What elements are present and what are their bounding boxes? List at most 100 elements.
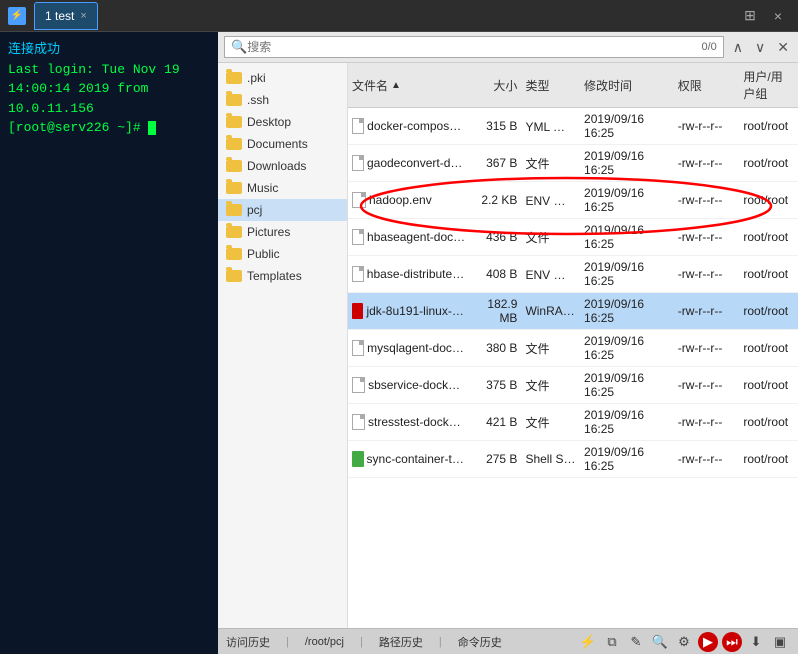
sidebar-item-pcj[interactable]: pcj bbox=[218, 199, 347, 221]
window-controls: ⊞ × bbox=[738, 6, 790, 26]
doc-icon bbox=[352, 340, 364, 356]
table-row[interactable]: stresstest-dockerfile 421 B 文件 2019/09/1… bbox=[348, 404, 798, 441]
doc-icon bbox=[352, 155, 364, 171]
cell-name: hbase-distributed-loc... bbox=[348, 264, 470, 284]
table-row[interactable]: sbservice-dockerfile 375 B 文件 2019/09/16… bbox=[348, 367, 798, 404]
skip-icon[interactable]: ⏭ bbox=[722, 632, 742, 652]
last-login: Last login: Tue Nov 19 14:00:14 2019 fro… bbox=[8, 62, 180, 116]
terminal-line-1: 连接成功 bbox=[8, 40, 210, 60]
sidebar-item-templates[interactable]: Templates bbox=[218, 265, 347, 287]
cell-user: root/root bbox=[739, 154, 798, 172]
cell-date: 2019/09/16 16:25 bbox=[580, 147, 674, 179]
fm-filelist[interactable]: 文件名 ▲ 大小 类型 修改时间 权限 bbox=[348, 63, 798, 628]
tab-1[interactable]: 1 test × bbox=[34, 2, 98, 30]
status-sep2: | bbox=[360, 636, 363, 648]
sidebar-item-ssh[interactable]: .ssh bbox=[218, 89, 347, 111]
sidebar-item-label: .pki bbox=[247, 71, 266, 85]
edit-icon[interactable]: ✎ bbox=[626, 632, 646, 652]
sidebar-item-label: Public bbox=[247, 247, 280, 261]
status-path[interactable]: /root/pcj bbox=[305, 636, 344, 648]
cell-user: root/root bbox=[739, 376, 798, 394]
cell-perm: -rw-r--r-- bbox=[674, 450, 740, 468]
search-next-button[interactable]: ∨ bbox=[752, 37, 768, 58]
terminal-panel[interactable]: 连接成功 Last login: Tue Nov 19 14:00:14 201… bbox=[0, 32, 218, 654]
table-row[interactable]: gaodeconvert-docke... 367 B 文件 2019/09/1… bbox=[348, 145, 798, 182]
play-icon[interactable]: ▶ bbox=[698, 632, 718, 652]
tab-label: 1 test bbox=[45, 9, 74, 23]
doc-icon bbox=[352, 229, 364, 245]
gear-icon[interactable]: ⚙ bbox=[674, 632, 694, 652]
folder-icon bbox=[226, 94, 242, 106]
cell-perm: -rw-r--r-- bbox=[674, 117, 740, 135]
terminal-line-3: [root@serv226 ~]# bbox=[8, 118, 210, 138]
doc-icon bbox=[352, 414, 365, 430]
table-row[interactable]: jdk-8u191-linux-x64.t... 182.9 MB WinRAR… bbox=[348, 293, 798, 330]
sidebar-item-public[interactable]: Public bbox=[218, 243, 347, 265]
cell-size: 2.2 KB bbox=[470, 191, 522, 209]
table-row[interactable]: hadoop.env 2.2 KB ENV 文件 2019/09/16 16:2… bbox=[348, 182, 798, 219]
sidebar-item-documents[interactable]: Documents bbox=[218, 133, 347, 155]
table-row[interactable]: mysqlagent-dockerfile 380 B 文件 2019/09/1… bbox=[348, 330, 798, 367]
window-icon[interactable]: ▣ bbox=[770, 632, 790, 652]
cell-user: root/root bbox=[739, 265, 798, 283]
cell-date: 2019/09/16 16:25 bbox=[580, 258, 674, 290]
tab-close-button[interactable]: × bbox=[80, 10, 86, 22]
titlebar: ⚡ 1 test × ⊞ × bbox=[0, 0, 798, 32]
search-input[interactable] bbox=[247, 40, 697, 54]
status-sep3: | bbox=[439, 636, 442, 648]
col-type[interactable]: 类型 bbox=[521, 75, 580, 96]
cell-type: ENV 文件 bbox=[521, 264, 580, 285]
search-box[interactable]: 🔍 0/0 bbox=[224, 36, 724, 58]
sidebar-item-label: Documents bbox=[247, 137, 308, 151]
col-name[interactable]: 文件名 ▲ bbox=[348, 75, 470, 96]
col-perm[interactable]: 权限 bbox=[674, 75, 740, 96]
folder-icon bbox=[226, 248, 242, 260]
cell-size: 275 B bbox=[470, 450, 522, 468]
folder-icon bbox=[226, 182, 242, 194]
cell-user: root/root bbox=[739, 450, 798, 468]
grid-view-button[interactable]: ⊞ bbox=[738, 6, 762, 26]
sidebar-item-music[interactable]: Music bbox=[218, 177, 347, 199]
copy-icon[interactable]: ⧉ bbox=[602, 632, 622, 652]
connect-status: 连接成功 bbox=[8, 42, 60, 57]
sidebar-item-pki[interactable]: .pki bbox=[218, 67, 347, 89]
main-container: 连接成功 Last login: Tue Nov 19 14:00:14 201… bbox=[0, 32, 798, 654]
cell-date: 2019/09/16 16:25 bbox=[580, 406, 674, 438]
cell-user: root/root bbox=[739, 117, 798, 135]
cell-type: WinRAR ... bbox=[521, 302, 580, 320]
folder-icon bbox=[226, 138, 242, 150]
table-row[interactable]: hbaseagent-dockerfile 436 B 文件 2019/09/1… bbox=[348, 219, 798, 256]
search-status-icon[interactable]: 🔍 bbox=[650, 632, 670, 652]
close-button[interactable]: × bbox=[766, 6, 790, 26]
status-history[interactable]: 访问历史 bbox=[226, 634, 270, 650]
search-close-button[interactable]: ✕ bbox=[774, 37, 792, 58]
col-date[interactable]: 修改时间 bbox=[580, 75, 674, 96]
table-row[interactable]: hbase-distributed-loc... 408 B ENV 文件 20… bbox=[348, 256, 798, 293]
search-count: 0/0 bbox=[701, 41, 716, 53]
download-icon[interactable]: ⬇ bbox=[746, 632, 766, 652]
sidebar-item-label: .ssh bbox=[247, 93, 269, 107]
cell-size: 421 B bbox=[470, 413, 522, 431]
col-user[interactable]: 用户/用户组 bbox=[739, 66, 798, 104]
sidebar-item-desktop[interactable]: Desktop bbox=[218, 111, 347, 133]
search-prev-button[interactable]: ∧ bbox=[730, 37, 746, 58]
status-path-history[interactable]: 路径历史 bbox=[379, 634, 423, 650]
doc-icon bbox=[352, 266, 364, 282]
col-size[interactable]: 大小 bbox=[470, 75, 522, 96]
lightning-icon[interactable]: ⚡ bbox=[578, 632, 598, 652]
fm-body: .pki .ssh Desktop Documents DownloadsMusicpc… bbox=[218, 63, 798, 628]
cell-date: 2019/09/16 16:25 bbox=[580, 110, 674, 142]
terminal-prompt: [root@serv226 ~]# bbox=[8, 120, 141, 135]
cell-perm: -rw-r--r-- bbox=[674, 228, 740, 246]
status-cmd-history[interactable]: 命令历史 bbox=[458, 634, 502, 650]
sidebar-item-downloads[interactable]: Downloads bbox=[218, 155, 347, 177]
cell-perm: -rw-r--r-- bbox=[674, 413, 740, 431]
sidebar-item-pictures[interactable]: Pictures bbox=[218, 221, 347, 243]
table-row[interactable]: docker-compose-tra... 315 B YML 文件 2019/… bbox=[348, 108, 798, 145]
table-row[interactable]: sync-container-time.sh 275 B Shell Scrip… bbox=[348, 441, 798, 478]
cell-date: 2019/09/16 16:25 bbox=[580, 369, 674, 401]
cell-type: 文件 bbox=[521, 375, 580, 396]
terminal-cursor bbox=[148, 121, 156, 135]
app-icon: ⚡ bbox=[8, 7, 26, 25]
cell-user: root/root bbox=[739, 191, 798, 209]
